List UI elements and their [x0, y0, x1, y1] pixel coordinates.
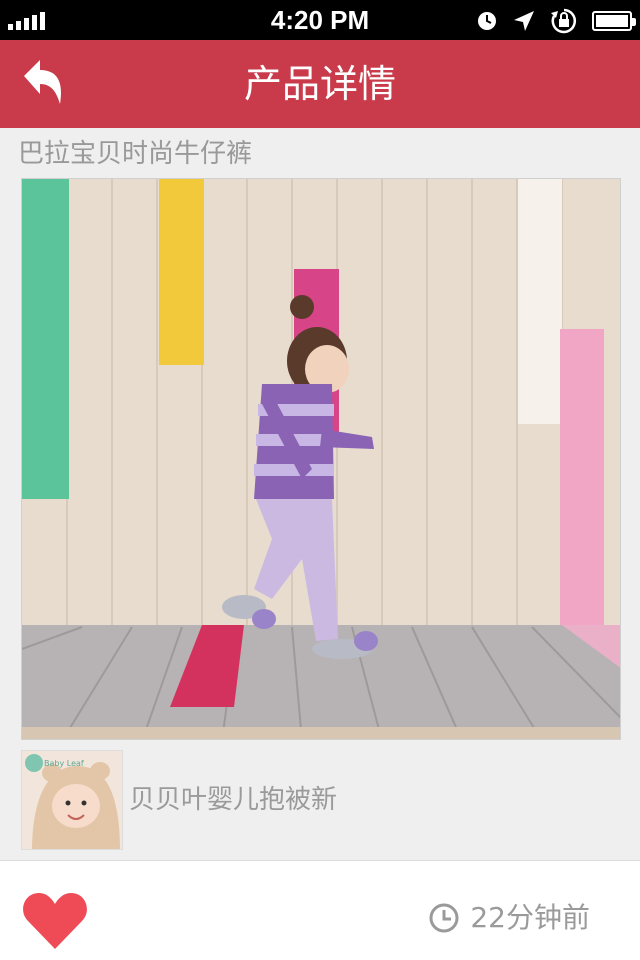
bottom-bar: 22分钟前 [0, 860, 640, 960]
like-button[interactable] [22, 891, 88, 951]
status-bar: 4:20 PM [0, 0, 640, 40]
battery-icon [592, 11, 636, 31]
svg-text:Baby Leaf: Baby Leaf [44, 759, 84, 768]
clock-icon [429, 903, 459, 933]
related-product-thumbnail: Baby Leaf [21, 750, 123, 850]
related-product-item[interactable]: Baby Leaf 贝贝叶婴儿抱被新 [21, 750, 621, 850]
page-title: 产品详情 [243, 62, 396, 106]
rotation-lock-icon [551, 8, 577, 34]
leaf-logo-icon [25, 754, 43, 772]
alarm-clock-icon [478, 12, 496, 30]
post-time: 22分钟前 [428, 901, 590, 935]
nav-bar: 产品详情 [0, 40, 640, 128]
heart-icon [23, 893, 87, 949]
product-name: 巴拉宝贝时尚牛仔裤 [18, 139, 253, 169]
location-arrow-icon [514, 11, 534, 31]
time-text: 22分钟前 [470, 901, 590, 934]
product-photo[interactable] [21, 178, 621, 740]
related-product-title: 贝贝叶婴儿抱被新 [129, 785, 338, 815]
